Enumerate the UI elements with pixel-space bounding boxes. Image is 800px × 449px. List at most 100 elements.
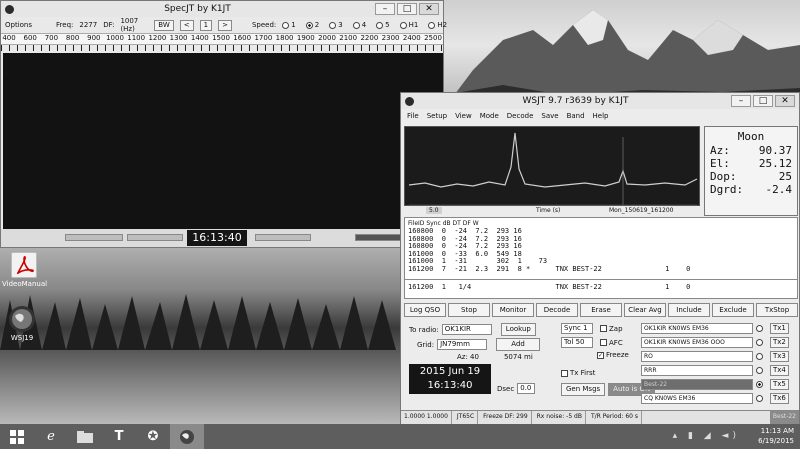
tx1-message[interactable]: OK1KIR KN0WS EM36: [641, 322, 753, 334]
sync-spinner[interactable]: Sync 1: [561, 323, 593, 334]
menu-bar: File Setup View Mode Decode Save Band He…: [401, 109, 799, 123]
dsec-input[interactable]: 0.0: [517, 383, 536, 394]
tx-row-1: OK1KIR KN0WS EM36 Tx1: [641, 322, 797, 334]
exclude-button[interactable]: Exclude: [712, 303, 754, 317]
speed-radio-3[interactable]: 3: [329, 21, 343, 29]
freeze-row: ✓ Freeze: [597, 351, 629, 359]
speed-radio-h2[interactable]: H2: [428, 21, 447, 29]
menu-band[interactable]: Band: [567, 112, 585, 120]
maximize-button[interactable]: □: [753, 95, 773, 107]
file-explorer-icon[interactable]: [68, 424, 102, 449]
monitor-button[interactable]: Monitor: [492, 303, 534, 317]
speed-radio-2[interactable]: 2: [305, 21, 319, 29]
stop-button[interactable]: Stop: [448, 303, 490, 317]
tx1-radio[interactable]: [756, 324, 763, 332]
speed-radio-5[interactable]: 5: [376, 21, 390, 29]
df-label: DF:: [103, 21, 115, 29]
tx4-message[interactable]: RRR: [641, 364, 753, 376]
menu-setup[interactable]: Setup: [427, 112, 447, 120]
signal-plot[interactable]: [404, 126, 700, 206]
minimize-button[interactable]: –: [731, 95, 751, 107]
to-radio-label: To radio:: [409, 325, 439, 334]
text-app-icon[interactable]: T: [102, 424, 136, 449]
desktop-icon-videomanual[interactable]: VideoManual: [2, 252, 47, 288]
gen-msgs-button[interactable]: Gen Msgs: [561, 383, 606, 396]
txstop-button[interactable]: TxStop: [756, 303, 798, 317]
menu-file[interactable]: File: [407, 112, 419, 120]
dop-label: Dop:: [710, 170, 737, 183]
close-button[interactable]: ✕: [775, 95, 795, 107]
options-menu[interactable]: Options: [5, 21, 32, 29]
internet-explorer-icon[interactable]: e: [34, 424, 68, 449]
speed-radio-1[interactable]: 1: [282, 21, 296, 29]
tx-first-checkbox[interactable]: Tx First: [561, 369, 595, 377]
satellite-app-icon[interactable]: ✪: [136, 424, 170, 449]
ruler-label: 1900: [296, 34, 315, 42]
tx2-radio[interactable]: [756, 338, 763, 346]
tx5-message[interactable]: Best-22: [641, 378, 753, 390]
menu-mode[interactable]: Mode: [480, 112, 499, 120]
nav-left-button[interactable]: <: [179, 19, 194, 31]
close-button[interactable]: ✕: [419, 3, 439, 15]
tx4-button[interactable]: Tx4: [770, 364, 789, 376]
clear-avg-button[interactable]: Clear Avg: [624, 303, 666, 317]
bw-button[interactable]: BW: [154, 19, 174, 31]
tx3-radio[interactable]: [756, 352, 763, 360]
grid-input[interactable]: JN79mm: [437, 339, 488, 350]
desktop-icon-wsjt[interactable]: WSJ19: [0, 306, 44, 342]
nav-right-button[interactable]: >: [218, 19, 232, 31]
menu-view[interactable]: View: [455, 112, 472, 120]
tx5-radio[interactable]: [756, 380, 763, 388]
ruler-label: 1800: [275, 34, 294, 42]
zero-slider[interactable]: [127, 234, 183, 241]
radio-circle: [756, 380, 763, 388]
tx5-button[interactable]: Tx5: [770, 378, 789, 390]
maximize-button[interactable]: □: [397, 3, 417, 15]
menu-decode[interactable]: Decode: [507, 112, 534, 120]
tx3-button[interactable]: Tx3: [770, 350, 789, 362]
az-line: Az: 40: [457, 353, 479, 361]
include-button[interactable]: Include: [668, 303, 710, 317]
gain-slider[interactable]: [65, 234, 123, 241]
speed-radio-h1[interactable]: H1: [399, 21, 418, 29]
tx6-radio[interactable]: [756, 394, 763, 402]
clock-date: 2015 Jun 19: [419, 366, 481, 377]
lookup-button[interactable]: Lookup: [500, 323, 536, 336]
wsjt-titlebar[interactable]: WSJT 9.7 r3639 by K1JT – □ ✕: [401, 93, 799, 109]
menu-save[interactable]: Save: [541, 112, 558, 120]
nav-mid-button[interactable]: 1: [199, 19, 213, 31]
tx6-message[interactable]: CQ KN0WS EM36: [641, 392, 753, 404]
to-radio-input[interactable]: OK1KIR: [441, 324, 492, 335]
speed-radio-4[interactable]: 4: [352, 21, 366, 29]
start-button[interactable]: [0, 424, 34, 449]
tx2-message[interactable]: OK1KIR KN0WS EM36 OOO: [641, 336, 753, 348]
log-qso-button[interactable]: Log QSO: [404, 303, 446, 317]
erase-button[interactable]: Erase: [580, 303, 622, 317]
tx6-button[interactable]: Tx6: [770, 392, 789, 404]
contrast-slider[interactable]: [255, 234, 311, 241]
system-tray-icons[interactable]: ▴ ▮ ◢ ◄): [673, 431, 740, 441]
average-text-area[interactable]: 161200 1 1/4 TNX BEST-22 1 0: [404, 279, 798, 299]
decode-button[interactable]: Decode: [536, 303, 578, 317]
ruler-label: 2100: [339, 34, 358, 42]
zap-checkbox[interactable]: Zap: [600, 325, 623, 333]
freeze-checkbox[interactable]: ✓ Freeze: [597, 351, 629, 359]
tx2-button[interactable]: Tx2: [770, 336, 789, 348]
radio-circle: [428, 21, 436, 29]
tol-spinner[interactable]: Tol 50: [561, 337, 593, 348]
add-button[interactable]: Add: [496, 338, 541, 351]
ruler-label: 2000: [318, 34, 336, 42]
menu-help[interactable]: Help: [593, 112, 609, 120]
tx3-message[interactable]: RO: [641, 350, 753, 362]
tx4-radio[interactable]: [756, 366, 763, 374]
wsjt-taskbar-icon[interactable]: [170, 424, 204, 449]
minimize-button[interactable]: –: [375, 3, 395, 15]
globe-icon: [180, 429, 194, 444]
specjt-titlebar[interactable]: SpecJT by K1JT – □ ✕: [1, 1, 443, 17]
afc-checkbox[interactable]: AFC: [600, 339, 623, 347]
taskbar-clock[interactable]: 11:13 AM 6/19/2015: [758, 426, 794, 446]
df-value: 1007 (Hz): [120, 17, 139, 33]
ruler-label: 2200: [360, 34, 379, 42]
tx1-button[interactable]: Tx1: [770, 322, 789, 334]
waterfall-display[interactable]: ·: [3, 53, 443, 229]
